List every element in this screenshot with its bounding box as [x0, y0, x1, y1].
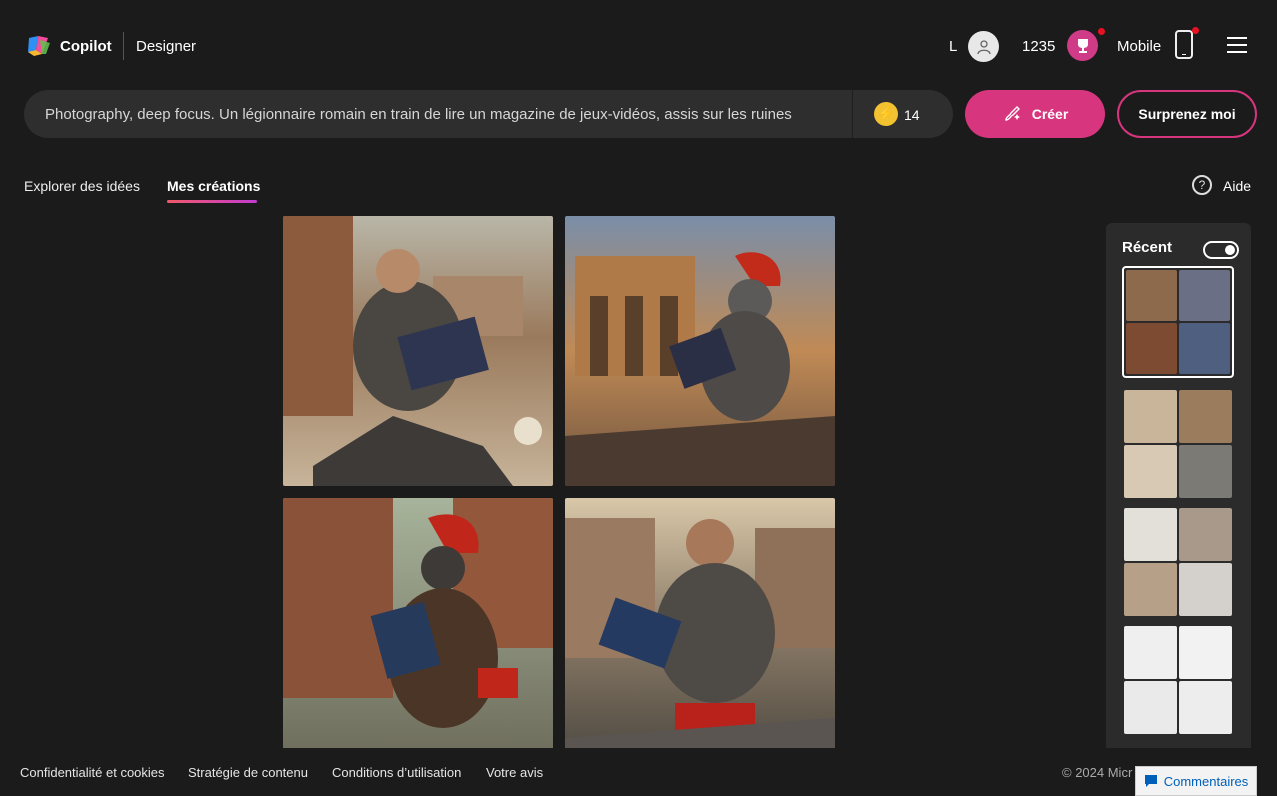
- user-icon: [976, 39, 991, 54]
- terms-link[interactable]: Conditions d’utilisation: [332, 765, 461, 780]
- recent-thumbnail-floor-plans[interactable]: [1122, 506, 1234, 618]
- copilot-logo-icon[interactable]: [26, 34, 52, 58]
- create-button[interactable]: Créer: [965, 90, 1105, 138]
- help-link[interactable]: Aide: [1223, 178, 1251, 194]
- surprise-me-button[interactable]: Surprenez moi: [1117, 90, 1257, 138]
- user-avatar[interactable]: [968, 31, 999, 62]
- feedback-button[interactable]: Commentaires: [1135, 766, 1257, 796]
- product-name[interactable]: Designer: [136, 38, 196, 55]
- paint-icon: [1005, 106, 1020, 121]
- create-button-label: Créer: [1031, 106, 1069, 122]
- rewards-notification-dot: [1098, 28, 1105, 35]
- generated-image-4[interactable]: [565, 498, 835, 768]
- copyright: © 2024 Micr: [1062, 765, 1133, 780]
- feedback-label: Commentaires: [1163, 773, 1249, 789]
- privacy-link[interactable]: Confidentialité et cookies: [20, 765, 165, 780]
- recent-panel: Récent: [1106, 223, 1251, 763]
- feedback-link[interactable]: Votre avis: [486, 765, 543, 780]
- footer: Confidentialité et cookies Stratégie de …: [0, 748, 1277, 796]
- recent-title: Récent: [1122, 239, 1173, 256]
- prompt-bar: Photography, deep focus. Un légionnaire …: [24, 90, 953, 138]
- legionnaire-image: [565, 216, 835, 486]
- feedback-icon: [1144, 775, 1157, 787]
- prompt-input[interactable]: Photography, deep focus. Un légionnaire …: [45, 106, 807, 123]
- generated-image-3[interactable]: [283, 498, 553, 768]
- help-icon[interactable]: ?: [1192, 175, 1212, 195]
- trophy-icon: [1077, 38, 1088, 53]
- mobile-notification-dot: [1192, 27, 1199, 34]
- rewards-points[interactable]: 1235: [1022, 38, 1055, 55]
- mobile-link-label[interactable]: Mobile: [1117, 38, 1161, 55]
- generated-image-1[interactable]: [283, 216, 553, 486]
- legionnaire-image: [283, 216, 553, 486]
- recent-toggle[interactable]: [1203, 241, 1239, 259]
- lightning-icon[interactable]: ⚡: [874, 102, 898, 126]
- legionnaire-image: [565, 498, 835, 768]
- phone-icon[interactable]: [1175, 30, 1193, 59]
- recent-thumbnail-legionnaire[interactable]: [1122, 266, 1234, 378]
- prompt-divider: [852, 90, 853, 138]
- legionnaire-image: [283, 498, 553, 768]
- user-initial[interactable]: L: [949, 38, 957, 55]
- tab-explore-ideas[interactable]: Explorer des idées: [24, 178, 140, 194]
- boost-count[interactable]: 14: [904, 107, 920, 123]
- recent-thumbnail-house-plans[interactable]: [1122, 388, 1234, 500]
- rewards-button[interactable]: [1067, 30, 1098, 61]
- recent-thumbnail-hats[interactable]: [1122, 624, 1234, 736]
- content-policy-link[interactable]: Stratégie de contenu: [188, 765, 308, 780]
- brand-divider: [123, 32, 124, 60]
- menu-icon[interactable]: [1227, 37, 1247, 53]
- top-header: Copilot Designer L 1235 Mobile: [0, 0, 1277, 90]
- active-tab-indicator: [167, 200, 257, 203]
- brand-name[interactable]: Copilot: [60, 38, 112, 55]
- generated-image-2[interactable]: [565, 216, 835, 486]
- tab-my-creations[interactable]: Mes créations: [167, 178, 260, 194]
